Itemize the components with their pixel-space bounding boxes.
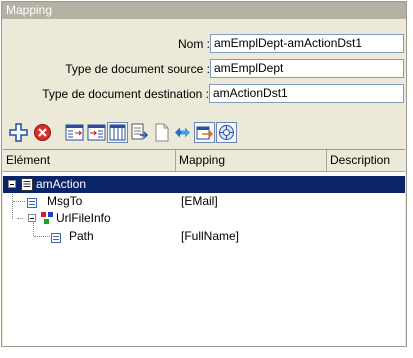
blank-page-button[interactable] [151,122,172,143]
export-selected-icon [196,126,213,140]
column-header-mapping[interactable]: Mapping [176,150,327,171]
blank-page-icon [155,123,169,142]
tree-row-element: amAction [36,177,87,191]
field-node-icon [51,231,61,248]
tree-row-element: Path [69,229,94,243]
name-label: Nom : [177,37,210,51]
collapse-toggle[interactable] [28,214,36,222]
tree-row[interactable]: UrlFileInfo [3,210,405,227]
name-field[interactable]: amEmplDept-amActionDst1 [210,34,404,53]
tree-row-mapping: [EMail] [181,194,218,208]
source-type-label: Type de document source : [65,62,210,76]
column-header-description[interactable]: Description [327,150,407,171]
tree-row[interactable]: amAction [3,176,405,193]
delete-icon [34,124,51,141]
grid-header: Elément Mapping Description [3,150,405,172]
delete-button[interactable] [32,122,53,143]
name-row: Nom : amEmplDept-amActionDst1 [2,34,406,54]
tree-row-element: MsgTo [47,194,83,208]
tree-row-element: UrlFileInfo [56,211,111,225]
map-right-button[interactable] [86,122,107,143]
source-type-row: Type de document source : amEmplDept [2,59,406,79]
destination-type-field[interactable]: amActionDst1 [209,84,404,103]
destination-type-label: Type de document destination : [42,87,209,101]
tree-row[interactable]: Path [FullName] [3,228,405,245]
auto-map-button[interactable] [216,122,237,143]
auto-map-icon [219,125,234,140]
swap-button[interactable] [172,122,193,143]
column-header-element[interactable]: Elément [3,150,176,171]
destination-type-row: Type de document destination : amActionD… [2,84,406,104]
columns-button[interactable] [107,122,128,143]
source-type-field[interactable]: amEmplDept [210,59,404,78]
tree-row-mapping: [FullName] [181,229,240,243]
mapping-tree-grid[interactable]: Elément Mapping Description amAction Msg… [3,149,405,346]
collapse-toggle[interactable] [8,180,16,188]
swap-arrows-icon [175,127,190,138]
tree-row[interactable]: MsgTo [EMail] [3,193,405,210]
toolbar [2,119,406,145]
map-left-icon [65,124,84,141]
add-icon [9,123,28,142]
map-left-button[interactable] [64,122,85,143]
export-selected-button[interactable] [194,122,215,143]
panel-title: Mapping [2,2,406,19]
add-button[interactable] [8,122,29,143]
document-export-icon [131,123,149,140]
columns-icon [109,124,126,141]
document-export-button[interactable] [129,122,150,143]
mapping-panel: Mapping Nom : amEmplDept-amActionDst1 Ty… [1,1,407,347]
map-right-icon [87,124,106,141]
